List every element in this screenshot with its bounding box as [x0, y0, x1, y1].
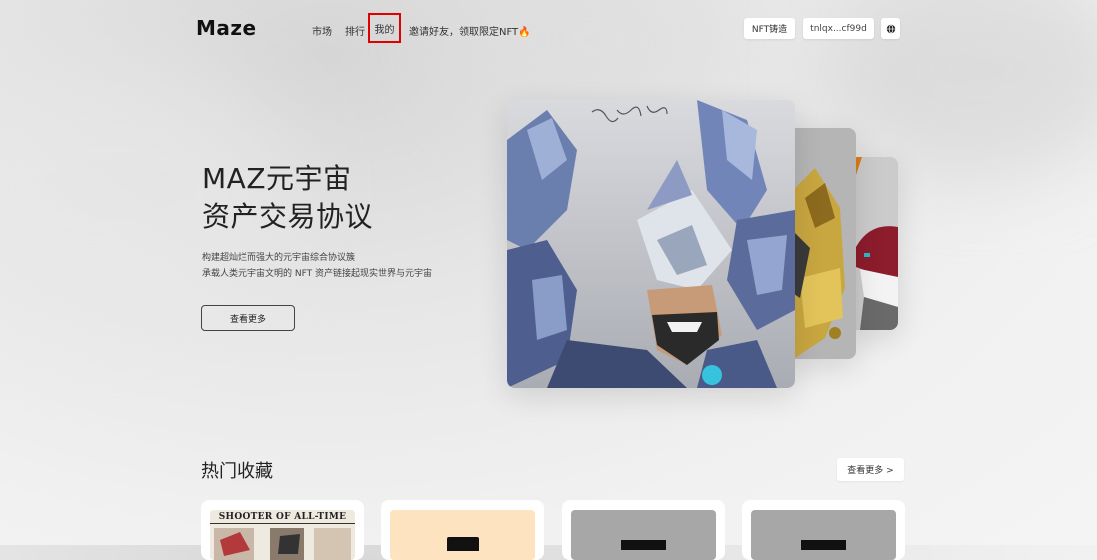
collection-card[interactable] [562, 500, 725, 560]
hero-subtitle: 构建超灿烂而强大的元宇宙综合协议簇 承载人类元宇宙文明的 NFT 资产链接起现实… [202, 250, 432, 282]
nav-mine-label: 我的 [374, 24, 395, 36]
logo[interactable]: Maze [196, 16, 257, 40]
hero-subtitle-line1: 构建超灿烂而强大的元宇宙综合协议簇 [202, 253, 356, 263]
collection-card[interactable] [381, 500, 544, 560]
collection-card[interactable]: SHOOTER OF ALL-TIME [201, 500, 364, 560]
hero-title-line1: MAZ元宇宙 [202, 162, 352, 195]
nav-market[interactable]: 市场 [312, 23, 332, 38]
collection-artwork-shape [447, 537, 479, 551]
collection-artwork-shape [621, 540, 666, 550]
hot-collections-title: 热门收藏 [201, 461, 273, 482]
collection-artwork-players [214, 528, 351, 560]
collection-image [571, 510, 716, 560]
fire-icon: 🔥 [518, 27, 531, 38]
nft-card-featured[interactable] [507, 100, 795, 388]
collection-card[interactable] [742, 500, 905, 560]
globe-button[interactable] [881, 18, 900, 39]
globe-icon [886, 24, 895, 33]
hot-view-more-button[interactable]: 查看更多 > [837, 458, 904, 481]
nav-invite-label: 邀请好友，领取限定NFT [409, 27, 519, 38]
nft-artwork-gold-armor [785, 128, 856, 359]
nft-artwork-blue-mech-warrior [507, 100, 795, 388]
collection-image [390, 510, 535, 560]
nav-invite[interactable]: 邀请好友，领取限定NFT🔥 [409, 23, 531, 38]
nft-card-back-1[interactable] [785, 128, 856, 359]
hero-title-line2: 资产交易协议 [202, 200, 374, 233]
hero-view-more-button[interactable]: 查看更多 [201, 305, 295, 331]
nft-mint-button[interactable]: NFT铸造 [744, 18, 795, 39]
collection-artwork-shape [801, 540, 846, 550]
wallet-address-button[interactable]: tnlqx...cf99d [803, 18, 874, 39]
nft-artwork-red-robot [850, 157, 898, 330]
collection-image [751, 510, 896, 560]
nft-card-back-2[interactable] [850, 157, 898, 330]
hero-title: MAZ元宇宙 资产交易协议 [202, 160, 373, 236]
nav-ranking[interactable]: 排行 [345, 23, 365, 38]
collection-image: SHOOTER OF ALL-TIME [210, 510, 355, 560]
hero-subtitle-line2: 承载人类元宇宙文明的 NFT 资产链接起现实世界与元宇宙 [202, 269, 432, 279]
nav-mine[interactable]: 我的 [368, 13, 401, 43]
